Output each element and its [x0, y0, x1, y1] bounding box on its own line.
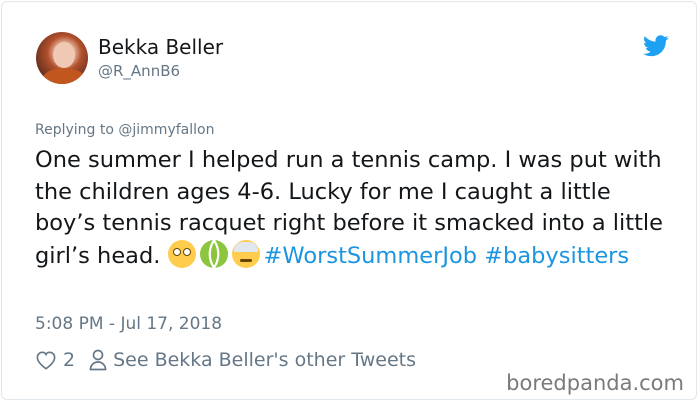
heart-icon[interactable] — [35, 350, 57, 370]
hashtag-babysitters[interactable]: #babysitters — [484, 243, 629, 269]
avatar-shoulders — [42, 68, 86, 84]
reply-context: Replying to @jimmyfallon — [35, 122, 214, 138]
face-with-head-bandage-icon — [231, 239, 260, 268]
author-handle[interactable]: @R_AnnB6 — [98, 62, 180, 80]
reply-mention-link[interactable]: @jimmyfallon — [118, 122, 214, 138]
person-icon — [89, 349, 107, 371]
tweet-actions: 2 See Bekka Beller's other Tweets — [35, 349, 416, 371]
hashtag-worstsummerjob[interactable]: #WorstSummerJob — [264, 243, 478, 269]
see-other-tweets-link[interactable]: See Bekka Beller's other Tweets — [113, 349, 416, 371]
twitter-bird-icon[interactable] — [643, 35, 669, 57]
flushed-face-icon — [167, 239, 196, 268]
reply-prefix: Replying to — [35, 122, 119, 138]
avatar-face — [53, 42, 75, 68]
tweet-card: Bekka Beller @R_AnnB6 Replying to @jimmy… — [1, 1, 697, 400]
tweet-timestamp[interactable]: 5:08 PM - Jul 17, 2018 — [35, 314, 222, 334]
avatar[interactable] — [36, 32, 88, 84]
like-count: 2 — [63, 349, 76, 371]
author-name[interactable]: Bekka Beller — [98, 35, 223, 59]
watermark: boredpanda.com — [506, 371, 684, 395]
tennis-ball-icon — [199, 239, 228, 268]
tweet-text: One summer I helped run a tennis camp. I… — [35, 145, 665, 272]
